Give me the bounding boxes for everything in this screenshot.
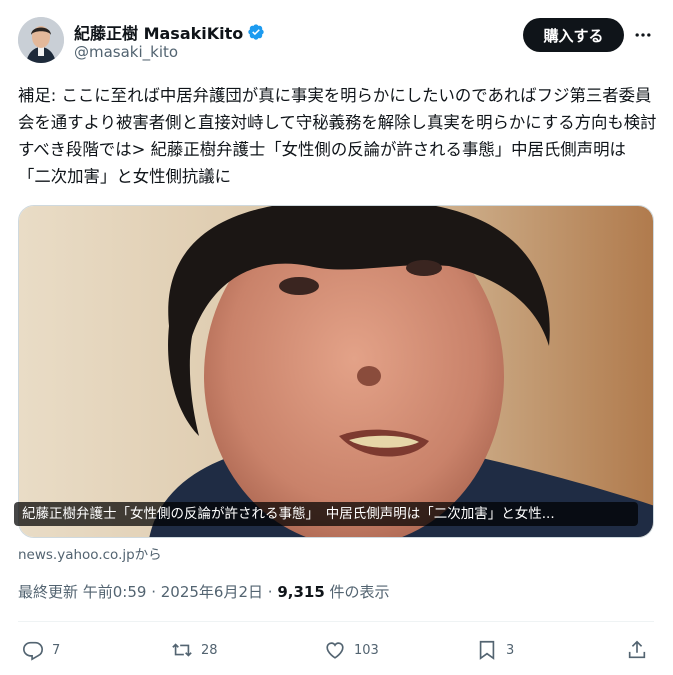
buy-button[interactable]: 購入する bbox=[523, 18, 624, 52]
views-label: 件の表示 bbox=[324, 583, 390, 601]
avatar[interactable] bbox=[18, 17, 64, 63]
card-source[interactable]: news.yahoo.co.jpから bbox=[18, 543, 162, 563]
reply-button[interactable]: 7 bbox=[22, 632, 60, 668]
card-caption[interactable]: 紀藤正樹弁護士「女性側の反論が許される事態」 中居氏側声明は「二次加害」と女性.… bbox=[14, 502, 638, 526]
verified-badge-icon bbox=[248, 24, 264, 40]
bookmark-button[interactable]: 3 bbox=[476, 632, 514, 668]
action-bar: 7 28 103 3 bbox=[0, 632, 673, 668]
link-card[interactable] bbox=[18, 205, 654, 538]
reply-icon bbox=[23, 641, 43, 661]
reply-count: 7 bbox=[52, 642, 61, 658]
bookmark-icon bbox=[479, 640, 495, 660]
author-handle[interactable]: @masaki_kito bbox=[74, 43, 178, 61]
retweet-count: 28 bbox=[201, 642, 218, 658]
heart-icon bbox=[326, 642, 344, 659]
retweet-button[interactable]: 28 bbox=[171, 632, 218, 668]
views-count: 9,315 bbox=[277, 583, 325, 601]
divider bbox=[18, 621, 654, 622]
tweet-meta: 最終更新 午前0:59 · 2025年6月2日 · 9,315 件の表示 bbox=[18, 581, 390, 602]
tweet-text: 補足: ここに至れば中居弁護団が真に事実を明らかにしたいのであればフジ第三者委員… bbox=[18, 86, 657, 186]
like-button[interactable]: 103 bbox=[324, 632, 379, 668]
tweet-header: 紀藤正樹 MasakiKito @masaki_kito 購入する bbox=[0, 0, 673, 70]
retweet-icon bbox=[172, 643, 192, 657]
like-count: 103 bbox=[354, 642, 379, 658]
share-button[interactable] bbox=[626, 632, 648, 668]
author-display-name[interactable]: 紀藤正樹 MasakiKito bbox=[74, 20, 243, 44]
avatar-image bbox=[18, 17, 64, 63]
more-dots-icon[interactable] bbox=[630, 22, 656, 48]
bookmark-count: 3 bbox=[506, 642, 515, 658]
author-name-row: 紀藤正樹 MasakiKito bbox=[74, 20, 265, 44]
share-icon bbox=[628, 640, 646, 659]
timestamp[interactable]: 最終更新 午前0:59 · 2025年6月2日 · bbox=[18, 583, 277, 601]
card-photo bbox=[19, 206, 653, 537]
